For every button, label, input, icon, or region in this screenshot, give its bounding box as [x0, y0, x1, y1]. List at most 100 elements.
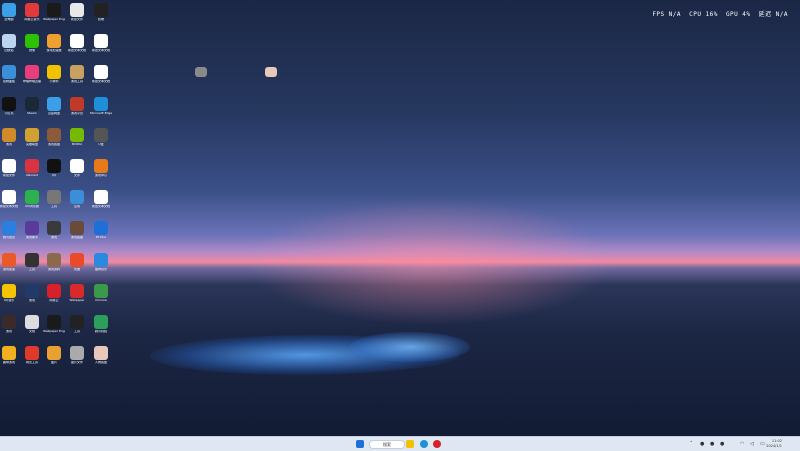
desktop-icon[interactable]: [260, 67, 282, 77]
desktop-icon[interactable]: NVIDIA: [66, 127, 88, 147]
tray-app-icon[interactable]: ●: [710, 441, 714, 447]
desktop-icon-label: 游戏资料: [47, 267, 60, 271]
desktop-icon[interactable]: 游戏: [0, 127, 20, 147]
desktop-icon-label: 回收站: [4, 49, 14, 53]
desktop-icon[interactable]: QQ: [43, 159, 65, 178]
desktop-icon-label: 游戏中心: [94, 174, 107, 177]
desktop-icon[interactable]: 新建文件: [66, 3, 88, 22]
desktop-icon[interactable]: 游戏加速器: [43, 34, 65, 53]
chrome-icon[interactable]: [433, 440, 441, 448]
file-explorer-icon[interactable]: [406, 440, 414, 448]
desktop-icon[interactable]: 趣味游戏: [0, 346, 20, 365]
desktop-icon[interactable]: Wallpaper Engine: [43, 3, 65, 22]
desktop-icon[interactable]: 游戏工具: [66, 65, 88, 84]
taskbar-search[interactable]: 搜索: [369, 440, 405, 449]
desktop-icon[interactable]: 新建文件: [0, 159, 20, 178]
desktop-icon[interactable]: Wallpaper: [66, 283, 88, 303]
desktop-icon[interactable]: 新建文本文档: [0, 190, 20, 209]
tray-chevron-icon[interactable]: ˄: [690, 441, 693, 447]
app-icon: [2, 34, 16, 49]
desktop-icon[interactable]: 百度网盘: [43, 96, 65, 116]
desktop-icon[interactable]: 游戏资料: [43, 252, 65, 272]
desktop-icon-label: 百度网盘: [47, 111, 60, 115]
desktop-icon[interactable]: Valorant: [21, 159, 43, 178]
desktop-icon-label: 游戏: [50, 236, 57, 240]
desktop-icon[interactable]: 新建文本文档: [66, 34, 88, 53]
app-icon: [47, 252, 61, 267]
clock-date: 2024/1/1: [766, 443, 782, 448]
desktop-icon[interactable]: 游戏加速: [0, 252, 20, 272]
app-icon: [2, 221, 16, 236]
desktop-icon[interactable]: 工具: [43, 190, 65, 209]
app-icon: [94, 346, 108, 361]
desktop-icon[interactable]: 优酷: [66, 252, 88, 272]
app-icon: [70, 252, 84, 267]
volume-icon[interactable]: ◁: [750, 441, 754, 447]
desktop-icon[interactable]: 游戏助手: [21, 221, 43, 240]
desktop-icon[interactable]: 网易云音乐: [21, 3, 43, 22]
app-icon: [47, 34, 61, 49]
desktop-icon[interactable]: 小红书: [0, 96, 20, 116]
desktop-icon[interactable]: PS Plus: [90, 221, 112, 240]
wifi-icon[interactable]: ◠: [740, 441, 744, 447]
app-icon: [70, 65, 84, 80]
app-icon: [94, 221, 108, 236]
desktop-icon[interactable]: 腾讯会议: [0, 221, 20, 240]
desktop-icon[interactable]: U盘: [90, 127, 112, 147]
image-file-icon: [195, 67, 207, 77]
app-icon: [25, 283, 39, 298]
desktop-icon[interactable]: 英雄联盟: [21, 127, 43, 147]
desktop-icon-label: 哔哩哔哩直播: [22, 80, 41, 84]
desktop-icon[interactable]: 游戏截图: [43, 127, 65, 147]
desktop-icon[interactable]: QQ浏览器: [21, 190, 43, 209]
desktop-icon[interactable]: 新建文本文档: [90, 65, 112, 84]
desktop-icon-label: 工具: [28, 267, 35, 271]
desktop-icon[interactable]: 小黄鸭: [43, 65, 65, 84]
desktop-icon[interactable]: 新建文本文档: [90, 34, 112, 53]
desktop-icon[interactable]: 图片: [43, 346, 65, 365]
desktop-icon[interactable]: 应用: [66, 190, 88, 209]
desktop-icon[interactable]: Steam: [21, 96, 43, 116]
tray-app-icon[interactable]: ●: [700, 441, 704, 447]
desktop-icon-label: 图片文件: [70, 361, 83, 365]
desktop-icon[interactable]: 控制面板: [0, 65, 20, 84]
battery-icon[interactable]: ▭: [760, 441, 765, 447]
desktop-icon-label: PS Plus: [95, 236, 107, 240]
desktop-icon[interactable]: [190, 67, 212, 77]
desktop-icon[interactable]: 腾讯视频: [90, 315, 112, 334]
desktop-icon[interactable]: 微信: [21, 34, 43, 53]
desktop-icon[interactable]: Wallpaper Engine: [43, 315, 65, 334]
gpu-label: GPU: [725, 11, 739, 18]
desktop-icon[interactable]: Microsoft Edge: [90, 96, 112, 116]
desktop-icon-label: 人物截图: [94, 361, 107, 365]
desktop-icon[interactable]: 游戏: [0, 315, 20, 334]
desktop-icon[interactable]: 游戏截图: [66, 221, 88, 240]
desktop-icon[interactable]: 哔哩哔哩直播: [21, 65, 43, 84]
desktop-icon[interactable]: QQ音乐: [0, 283, 20, 303]
desktop-icon[interactable]: 网易云: [43, 283, 65, 303]
edge-icon[interactable]: [420, 440, 428, 448]
desktop-icon-label: 新建文本文档: [91, 80, 110, 84]
desktop-icon-label: 游戏截图: [47, 142, 60, 146]
desktop-icon[interactable]: Chrome: [90, 283, 112, 303]
desktop-icon[interactable]: 游戏: [21, 283, 43, 303]
desktop-icon[interactable]: 文件: [66, 159, 88, 178]
desktop-icon[interactable]: 回收站: [0, 34, 20, 53]
desktop-icon[interactable]: 新建文本文档: [90, 190, 112, 209]
desktop-icon[interactable]: 游戏: [43, 221, 65, 240]
desktop-icon[interactable]: 酷狗音乐: [90, 252, 112, 272]
taskbar-clock[interactable]: 11:02 2024/1/1: [766, 439, 782, 448]
desktop-icon[interactable]: 工具: [66, 315, 88, 334]
desktop-icon[interactable]: 文档: [21, 315, 43, 334]
desktop-icon[interactable]: 终端: [90, 3, 112, 22]
desktop-icon[interactable]: 工具: [21, 252, 43, 272]
desktop-icon-label: 游戏加速: [2, 267, 15, 271]
desktop-icon[interactable]: 网页工具: [21, 346, 43, 365]
desktop-icon[interactable]: 游戏中心: [90, 159, 112, 178]
desktop-icon[interactable]: 图片文件: [66, 346, 88, 365]
desktop-icon[interactable]: 游戏平台: [66, 96, 88, 116]
tray-app-icon[interactable]: ●: [720, 441, 724, 447]
start-menu-icon[interactable]: [356, 440, 364, 448]
desktop-icon[interactable]: 人物截图: [90, 346, 112, 365]
desktop-icon[interactable]: 此电脑: [0, 3, 20, 22]
